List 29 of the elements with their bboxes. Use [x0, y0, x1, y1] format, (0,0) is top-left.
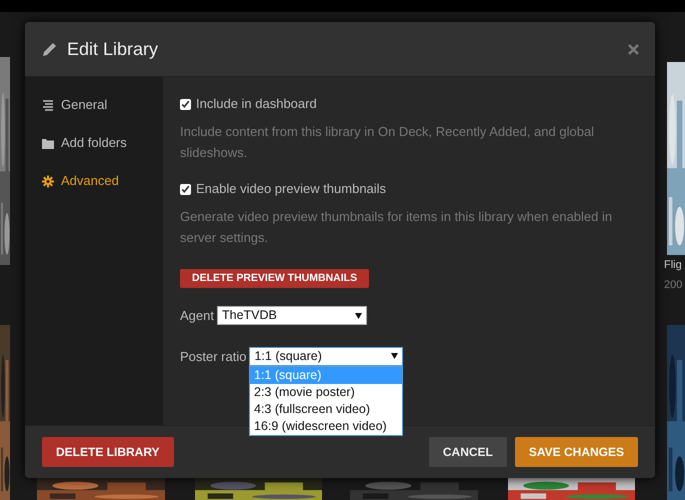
sidebar-item[interactable]: Add folders: [25, 124, 163, 162]
checkbox-label: Include in dashboard: [196, 95, 317, 114]
caret-icon: [354, 312, 362, 319]
field-label: Agent: [180, 307, 214, 325]
field-label: Poster ratio: [180, 348, 246, 366]
close-icon[interactable]: [628, 44, 639, 54]
caret-icon: [391, 353, 398, 360]
delete-thumbnails-button[interactable]: DELETE PREVIEW THUMBNAILS: [180, 269, 370, 288]
dropdown-select[interactable]: 1:1 (square): [249, 346, 404, 366]
list-icon: [42, 98, 54, 112]
checkbox[interactable]: [180, 98, 191, 110]
folder-icon: [42, 136, 54, 150]
sidebar-item[interactable]: General: [25, 86, 163, 124]
pencil-icon: [41, 40, 59, 58]
cancel-button[interactable]: CANCEL: [428, 437, 507, 467]
description-text: Include content from this library in On Deck, Recently Added, and global slideshows.: [180, 123, 596, 162]
dropdown-option[interactable]: 2:3 (movie poster): [250, 384, 402, 401]
checkbox[interactable]: [180, 184, 191, 194]
dropdown-option[interactable]: 16:9 (widescreen video): [250, 418, 402, 435]
dropdown-select[interactable]: TheTVDB: [216, 306, 367, 326]
gear-icon: [42, 174, 54, 188]
dialog-title: Edit Library: [67, 38, 158, 61]
sidebar-item[interactable]: Advanced: [25, 162, 163, 200]
dropdown-option[interactable]: 4:3 (fullscreen video): [250, 401, 402, 418]
media-year: 200: [664, 278, 682, 293]
delete-library-button[interactable]: DELETE LIBRARY: [42, 437, 174, 467]
checkbox-label: Enable video preview thumbnails: [196, 180, 386, 198]
media-title[interactable]: Flig: [664, 257, 682, 274]
description-text: Generate video preview thumbnails for items in this library when enabled in server settings.: [180, 208, 614, 247]
